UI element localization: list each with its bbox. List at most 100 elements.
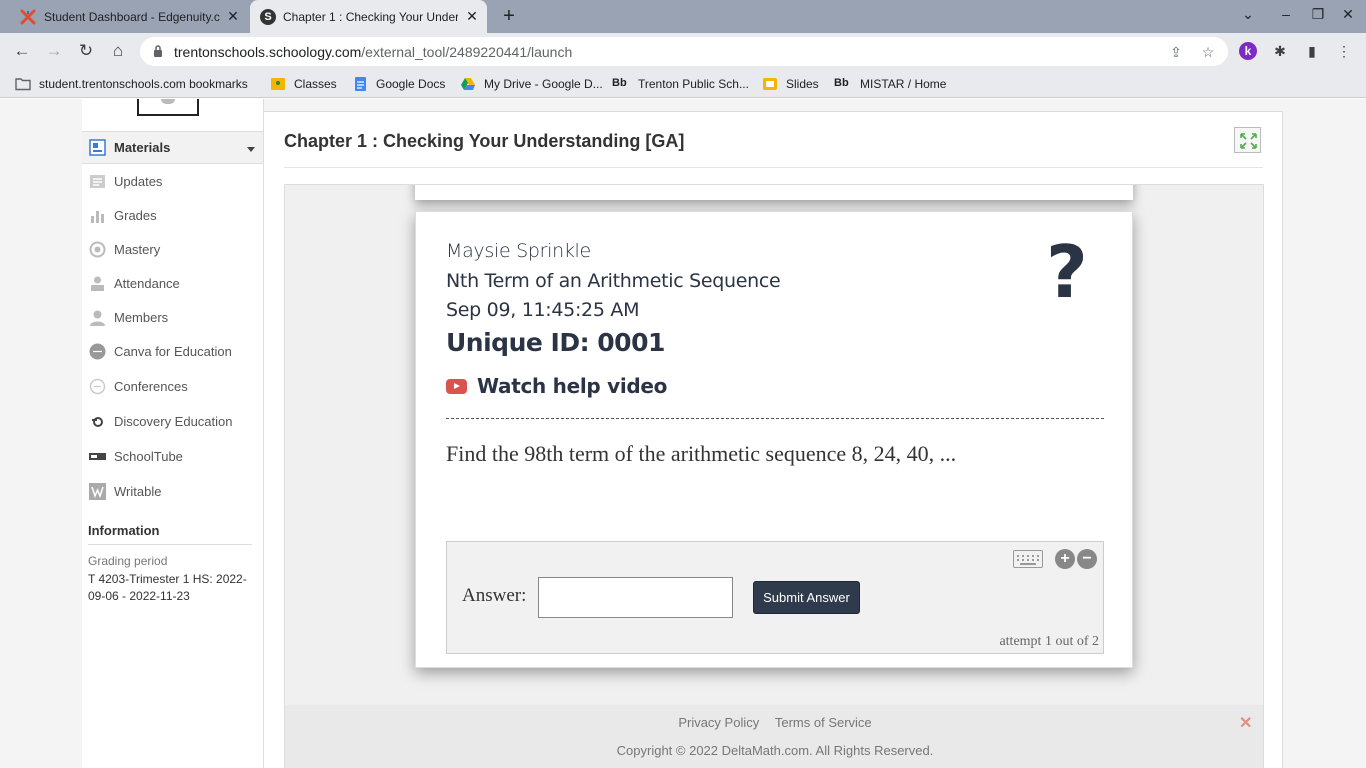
keyboard-icon[interactable]: [1013, 550, 1043, 568]
sidebar-item-label: Discovery Education: [114, 414, 233, 429]
menu-kebab-icon[interactable]: ⋮: [1334, 41, 1354, 61]
close-footer-icon[interactable]: ✕: [1239, 713, 1252, 733]
extensions-puzzle-icon[interactable]: ✱: [1270, 41, 1290, 61]
sidebar-item-label: Updates: [114, 174, 163, 189]
updates-icon: [90, 175, 105, 188]
sidebar-item-label: SchoolTube: [114, 449, 183, 464]
bookmark-trenton-public[interactable]: Bb Trenton Public Sch...: [612, 76, 749, 92]
bookmark-folder[interactable]: student.trentonschools.com bookmarks: [15, 76, 248, 92]
reload-icon[interactable]: ↻: [76, 41, 96, 61]
tab-search-icon[interactable]: ⌄: [1237, 6, 1259, 26]
mastery-icon: [89, 241, 106, 258]
sidebar-item-label: Members: [114, 310, 169, 325]
answer-panel: + − Answer: Submit Answer attempt 1 out …: [446, 541, 1104, 654]
tab-title: Student Dashboard - Edgenuity.c: [44, 9, 220, 24]
submit-answer-button[interactable]: Submit Answer: [753, 581, 860, 614]
edgenuity-x-icon: [20, 9, 36, 25]
classroom-icon: [271, 78, 285, 90]
information-heading: Information: [88, 523, 252, 545]
deltamath-frame: Maysie Sprinkle Nth Term of an Arithmeti…: [284, 184, 1264, 768]
browser-toolbar: ← → ↻ ⌂ trentonschools.schoology.com/ext…: [0, 33, 1366, 70]
dashed-divider: [446, 418, 1104, 419]
sidebar-item-schooltube[interactable]: SchoolTube: [82, 440, 263, 473]
sidebar-item-updates[interactable]: Updates: [82, 165, 263, 198]
unique-id: Unique ID: 0001: [446, 328, 665, 357]
sidebar-item-canva[interactable]: Canva for Education: [82, 335, 263, 368]
timestamp: Sep 09, 11:45:25 AM: [446, 299, 640, 321]
bookmark-slides[interactable]: Slides: [762, 76, 819, 92]
footer-links: Privacy Policy Terms of Service: [285, 715, 1263, 730]
home-icon[interactable]: ⌂: [108, 41, 128, 61]
sidebar-item-label: Writable: [114, 484, 162, 499]
schooltube-icon: [89, 453, 106, 460]
youtube-play-icon: [446, 378, 467, 394]
conferences-icon: [89, 378, 106, 395]
fullscreen-button[interactable]: [1234, 127, 1261, 153]
schoology-s-icon: S: [260, 9, 276, 25]
watch-help-video-link[interactable]: Watch help video: [446, 374, 667, 398]
blackboard-icon: Bb: [834, 77, 849, 89]
page-title: Chapter 1 : Checking Your Understanding …: [284, 131, 685, 151]
course-sidebar: Materials Updates Grades Mastery Attenda…: [82, 99, 264, 768]
terms-of-service-link[interactable]: Terms of Service: [775, 715, 872, 730]
bookmark-my-drive[interactable]: My Drive - Google D...: [460, 76, 603, 92]
sidebar-item-materials[interactable]: Materials: [82, 131, 263, 164]
bookmark-star-icon[interactable]: ☆: [1199, 43, 1217, 61]
sidebar-item-attendance[interactable]: Attendance: [82, 267, 263, 300]
skill-name: Nth Term of an Arithmetic Sequence: [446, 270, 781, 292]
main-content: Chapter 1 : Checking Your Understanding …: [264, 99, 1283, 768]
sidebar-item-label: Attendance: [114, 276, 180, 291]
problem-card: Maysie Sprinkle Nth Term of an Arithmeti…: [415, 211, 1133, 668]
course-logo: [137, 99, 199, 116]
deltamath-footer: Privacy Policy Terms of Service Copyrigh…: [285, 705, 1263, 768]
discovery-icon: [92, 417, 103, 427]
sidebar-item-members[interactable]: Members: [82, 301, 263, 334]
tab-title: Chapter 1 : Checking Your Under: [283, 9, 458, 24]
canva-icon: [89, 343, 106, 360]
close-window-icon[interactable]: ✕: [1337, 6, 1359, 26]
sidebar-item-conferences[interactable]: Conferences: [82, 370, 263, 403]
chevron-down-icon[interactable]: [247, 147, 255, 152]
restore-icon[interactable]: ❐: [1307, 6, 1329, 26]
minimize-icon[interactable]: –: [1275, 6, 1297, 26]
blackboard-icon: Bb: [612, 77, 627, 89]
student-name: Maysie Sprinkle: [446, 240, 591, 262]
slides-icon: [763, 78, 777, 90]
tab-close-icon[interactable]: ✕: [465, 9, 479, 23]
side-panel-icon[interactable]: ▮: [1302, 41, 1322, 61]
bookmark-mistar[interactable]: Bb MISTAR / Home: [834, 76, 946, 92]
bookmark-classes[interactable]: Classes: [270, 76, 337, 92]
address-bar[interactable]: trentonschools.schoology.com/external_to…: [140, 37, 1228, 66]
zoom-in-icon[interactable]: +: [1055, 549, 1075, 569]
members-icon: [90, 310, 105, 326]
tab-edgenuity[interactable]: Student Dashboard - Edgenuity.c ✕: [8, 0, 248, 33]
k-extension-icon[interactable]: k: [1239, 42, 1257, 60]
tab-schoology[interactable]: S Chapter 1 : Checking Your Under ✕: [250, 0, 487, 33]
share-icon[interactable]: ⇪: [1167, 43, 1185, 61]
copyright-text: Copyright © 2022 DeltaMath.com. All Righ…: [616, 743, 934, 758]
privacy-policy-link[interactable]: Privacy Policy: [678, 715, 759, 730]
question-mark-icon[interactable]: ?: [1046, 236, 1088, 308]
zoom-out-icon[interactable]: −: [1077, 549, 1097, 569]
answer-label: Answer:: [462, 585, 527, 606]
lock-icon: [154, 45, 162, 57]
tab-close-icon[interactable]: ✕: [226, 9, 240, 23]
attempt-counter: attempt 1 out of 2: [999, 634, 1099, 649]
sidebar-item-mastery[interactable]: Mastery: [82, 233, 263, 266]
writable-icon: [89, 483, 106, 500]
new-tab-icon[interactable]: +: [498, 6, 520, 28]
forward-icon[interactable]: →: [44, 41, 64, 61]
answer-input[interactable]: [538, 577, 733, 618]
sidebar-item-label: Canva for Education: [114, 344, 232, 359]
back-icon[interactable]: ←: [12, 41, 32, 61]
sidebar-item-writable[interactable]: Writable: [82, 475, 263, 508]
expand-arrows-icon: [1240, 133, 1257, 149]
sidebar-item-label: Grades: [114, 208, 157, 223]
folder-icon: [15, 78, 31, 91]
grades-icon: [91, 211, 104, 223]
bookmark-google-docs[interactable]: Google Docs: [352, 76, 445, 92]
docs-icon: [355, 77, 366, 91]
attendance-icon: [91, 276, 104, 291]
sidebar-item-discovery[interactable]: Discovery Education: [82, 405, 263, 438]
sidebar-item-grades[interactable]: Grades: [82, 199, 263, 232]
